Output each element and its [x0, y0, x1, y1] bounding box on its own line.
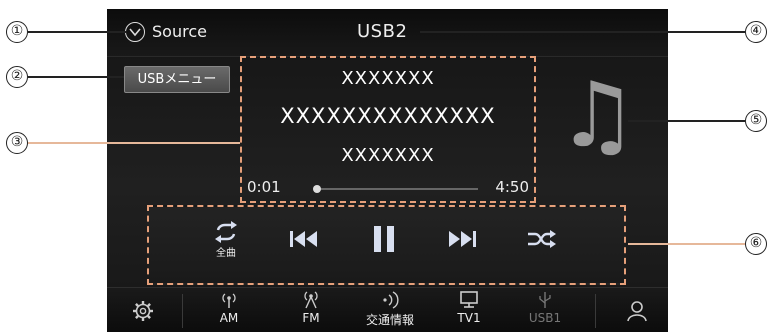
pause-button[interactable] — [359, 225, 409, 275]
track-artist: XXXXXXXXXXXXXX — [280, 104, 496, 128]
total-time: 4:50 — [495, 178, 529, 196]
nav-am-label: AM — [219, 311, 239, 325]
leader-4 — [420, 31, 745, 33]
antenna-icon — [304, 291, 318, 309]
track-info-area: XXXXXXX XXXXXXXXXXXXXX XXXXXXX 0:01 4:50 — [240, 56, 536, 203]
repeat-icon — [215, 221, 237, 243]
leader-3 — [28, 142, 240, 144]
chevron-circle-icon[interactable] — [125, 22, 145, 42]
callout-5: ⑤ — [745, 110, 767, 132]
traffic-info-icon — [383, 291, 399, 309]
progress-bar[interactable] — [312, 185, 478, 193]
nav-divider — [182, 294, 183, 328]
nav-fm-label: FM — [302, 311, 320, 325]
screen-title: USB2 — [357, 21, 408, 42]
user-icon — [627, 301, 647, 322]
nav-am[interactable]: AM — [205, 288, 253, 332]
next-icon — [449, 231, 476, 247]
user-profile-button[interactable] — [615, 288, 659, 332]
track-album: XXXXXXX — [341, 145, 435, 166]
playback-controls: 全曲 — [147, 205, 626, 285]
previous-icon — [290, 231, 317, 247]
usb-icon — [539, 292, 551, 308]
source-button[interactable]: Source — [152, 22, 207, 41]
usb-menu-button[interactable]: USBメニュー — [124, 66, 230, 93]
callout-1: ① — [6, 21, 28, 43]
next-button[interactable] — [437, 229, 487, 279]
antenna-icon — [222, 293, 236, 308]
leader-2 — [28, 76, 124, 78]
leader-5 — [628, 120, 745, 122]
callout-2: ② — [6, 66, 28, 88]
nav-tv1[interactable]: TV1 — [445, 288, 493, 332]
music-note-icon: ♫ — [557, 63, 638, 168]
callout-6: ⑥ — [745, 233, 767, 255]
nav-divider — [595, 294, 596, 328]
settings-button[interactable] — [121, 288, 165, 332]
repeat-button[interactable]: 全曲 — [201, 221, 251, 271]
leader-1 — [28, 31, 126, 33]
elapsed-time: 0:01 — [247, 178, 281, 196]
nav-tv1-label: TV1 — [457, 311, 481, 325]
gear-icon — [133, 301, 153, 321]
pause-icon — [374, 226, 394, 252]
progress-knob[interactable] — [312, 185, 321, 193]
bottom-nav: AM FM 交通情報 TV1 USB1 — [107, 287, 668, 332]
nav-traffic-info[interactable]: 交通情報 — [359, 288, 421, 332]
shuffle-icon — [528, 230, 556, 248]
previous-button[interactable] — [279, 229, 329, 279]
top-bar: Source USB2 — [107, 9, 668, 57]
nav-fm[interactable]: FM — [287, 288, 335, 332]
nav-traffic-label: 交通情報 — [365, 313, 414, 327]
callout-4: ④ — [745, 21, 767, 43]
shuffle-button[interactable] — [517, 229, 567, 279]
repeat-mode-label: 全曲 — [216, 248, 236, 259]
nav-usb1-label: USB1 — [528, 311, 562, 325]
track-title: XXXXXXX — [341, 68, 435, 89]
callout-3: ③ — [6, 132, 28, 154]
leader-6 — [628, 243, 745, 245]
head-unit-screen: Source USB2 USBメニュー XXXXXXX XXXXXXXXXXXX… — [107, 9, 668, 332]
tv-icon — [460, 291, 478, 308]
nav-usb1[interactable]: USB1 — [521, 288, 569, 332]
